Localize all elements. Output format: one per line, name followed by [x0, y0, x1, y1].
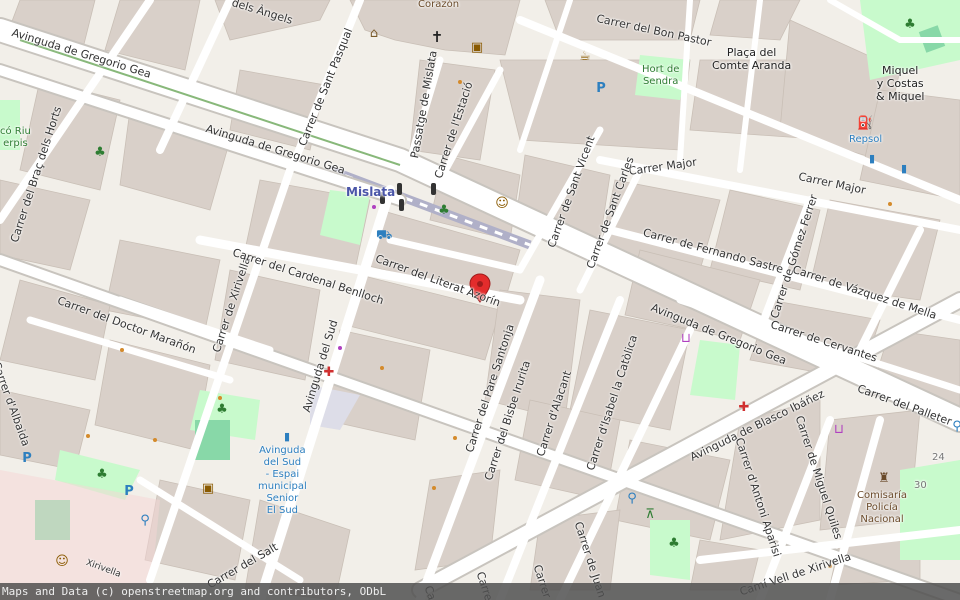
park-label: có Riu erpis	[0, 126, 31, 149]
place-label: Miquel y Costas & Miquel	[876, 64, 925, 103]
parking-icon: P	[22, 451, 32, 466]
pharmacy-icon: ✚	[738, 400, 750, 415]
house-number: 24	[932, 452, 945, 463]
playground-icon: ♣	[96, 467, 108, 482]
bicycle-icon: ⚲	[140, 513, 150, 528]
park-label: Hort de Sendra	[642, 64, 680, 87]
playground-icon: ♣	[904, 17, 916, 32]
place-label: Plaça del Comte Aranda	[712, 46, 792, 72]
playground-icon: ♣	[216, 402, 228, 417]
bookshop-icon: ▣	[201, 481, 215, 496]
parking-icon: P	[124, 484, 134, 499]
police-icon: ♜	[878, 471, 890, 486]
bus-stop-icon: ▮	[283, 430, 291, 443]
theatre-icon: ☺	[55, 554, 69, 569]
poi-label: Comisaría Policía Nacional	[857, 490, 907, 525]
bicycle-icon: ⚲	[627, 491, 637, 506]
attribution-bar: Maps and Data (c) openstreetmap.org and …	[0, 583, 960, 600]
shop-cart-icon: ⊔	[680, 331, 692, 346]
bus-stop-icon: ▮	[900, 162, 908, 175]
bookshop-icon: ▣	[470, 40, 484, 55]
taxi-icon: ⛟	[376, 228, 393, 243]
bus-stop-icon: ▮	[868, 152, 876, 165]
playground-icon: ♣	[668, 536, 680, 551]
map-view[interactable]: ✝ ⌂ ▣ ☕ P P P ⛽ ▮ ▮ ▮ ☺ ☺ ⛟ ✚ ✚ ⊔ ⊔ ♜ ⚲ …	[0, 0, 960, 600]
bicycle-icon: ⚲	[952, 419, 960, 434]
poi-label: Avinguda del Sud - Espai municipal Senio…	[258, 445, 307, 516]
cafe-icon: ☕	[579, 49, 591, 64]
parking-icon: P	[596, 81, 606, 96]
church-icon: ✝	[430, 28, 444, 46]
playground-icon: ♣	[438, 203, 450, 218]
fuel-icon: ⛽	[857, 116, 874, 131]
theatre-icon: ☺	[495, 196, 509, 211]
picnic-icon: ⊼	[645, 507, 655, 522]
poi-label: Repsol	[849, 134, 883, 145]
station-label[interactable]: Mislata	[346, 185, 395, 199]
shop-cart-icon: ⊔	[833, 422, 845, 437]
playground-icon: ♣	[94, 145, 106, 160]
townhall-icon: ⌂	[369, 26, 379, 41]
poi-label: Corazón	[418, 0, 460, 10]
house-number: 30	[914, 480, 927, 491]
